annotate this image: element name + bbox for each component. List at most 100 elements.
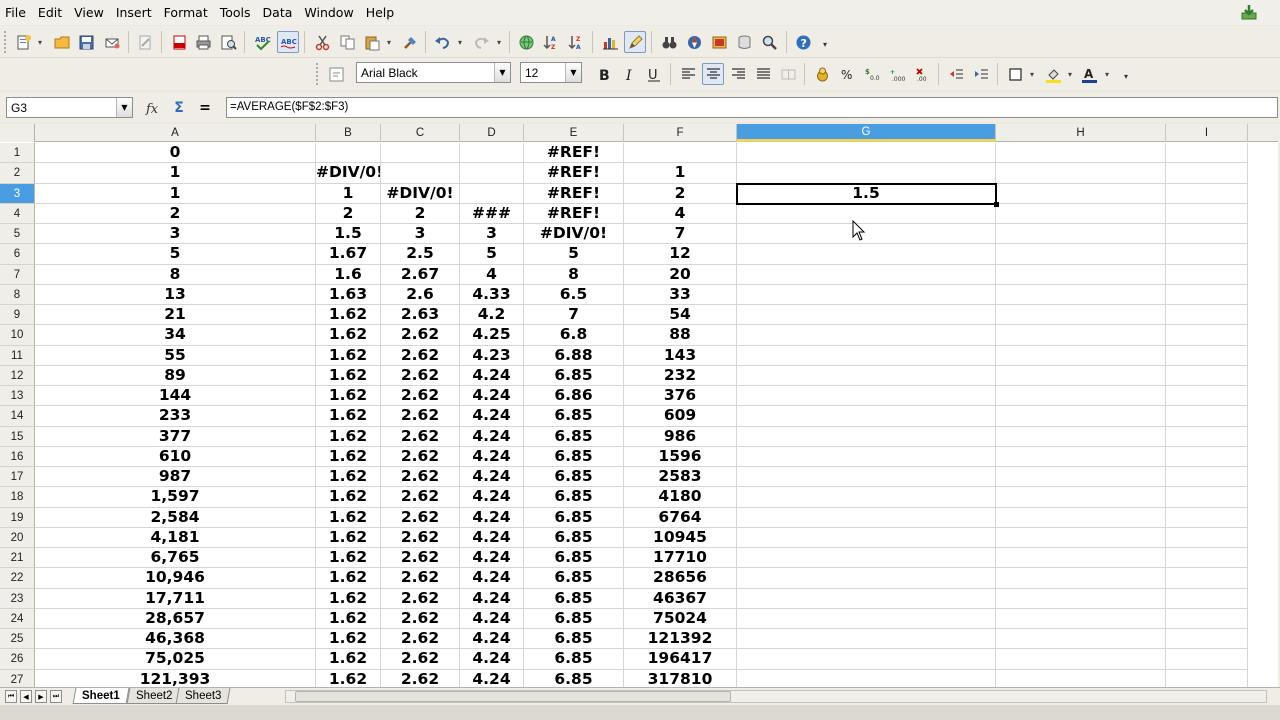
show-draw-functions-icon[interactable] [624,31,646,53]
cell-e27[interactable]: 6.85 [524,669,624,687]
email-icon[interactable] [101,31,123,53]
cell-i23[interactable] [1166,588,1248,609]
cell-h11[interactable] [996,345,1166,366]
cell-b12[interactable]: 1.62 [316,365,381,386]
cell-h15[interactable] [996,426,1166,447]
cell-a20[interactable]: 4,181 [35,527,316,548]
find-replace-icon[interactable] [658,31,680,53]
cell-b23[interactable]: 1.62 [316,588,381,609]
cell-f9[interactable]: 54 [624,305,737,326]
toolbar-overflow-icon[interactable]: ▾ [823,40,827,49]
align-right-icon[interactable] [727,63,749,85]
cell-a22[interactable]: 10,946 [35,568,316,589]
cell-i8[interactable] [1166,284,1248,305]
name-box[interactable]: G3 ▼ [6,97,133,118]
font-size-combo[interactable]: 12 ▼ [520,62,582,83]
menu-insert[interactable]: Insert [110,0,158,25]
cell-a3[interactable]: 1 [35,183,316,204]
standard-format-icon[interactable]: $0.0 [861,63,883,85]
currency-format-icon[interactable] [811,63,833,85]
cell-h19[interactable] [996,507,1166,528]
cell-b17[interactable]: 1.62 [316,467,381,488]
justify-icon[interactable] [752,63,774,85]
row-header[interactable]: 4 [0,203,35,224]
cell-i2[interactable] [1166,163,1248,184]
cell-e22[interactable]: 6.85 [524,568,624,589]
cell-a6[interactable]: 5 [35,244,316,265]
bold-icon[interactable]: B [593,63,615,85]
decrease-indent-icon[interactable] [945,63,967,85]
cell-d27[interactable]: 4.24 [460,669,524,687]
cell-e20[interactable]: 6.85 [524,527,624,548]
cell-h2[interactable] [996,163,1166,184]
cell-h20[interactable] [996,527,1166,548]
row-header[interactable]: 2 [0,163,35,184]
cell-f18[interactable]: 4180 [624,487,737,508]
cell-b27[interactable]: 1.62 [316,669,381,687]
row-header[interactable]: 26 [0,649,35,670]
italic-icon[interactable]: I [618,63,640,85]
cell-g27[interactable] [737,669,996,687]
previous-sheet-button[interactable]: ◀ [20,690,32,703]
cell-d6[interactable]: 5 [460,244,524,265]
cell-i10[interactable] [1166,325,1248,346]
cell-d14[interactable]: 4.24 [460,406,524,427]
cell-a19[interactable]: 2,584 [35,507,316,528]
cell-e11[interactable]: 6.88 [524,345,624,366]
cell-h23[interactable] [996,588,1166,609]
cell-f19[interactable]: 6764 [624,507,737,528]
cell-i5[interactable] [1166,224,1248,245]
cell-h26[interactable] [996,649,1166,670]
cell-d2[interactable] [460,163,524,184]
cell-d22[interactable]: 4.24 [460,568,524,589]
delete-decimal-icon[interactable]: .00 [911,63,933,85]
cell-c9[interactable]: 2.63 [381,305,460,326]
cell-f7[interactable]: 20 [624,264,737,285]
cell-g24[interactable] [737,608,996,629]
cell-e4[interactable]: #REF! [524,203,624,224]
toolbar-grip[interactable] [316,63,320,85]
cell-f20[interactable]: 10945 [624,527,737,548]
print-preview-icon[interactable] [217,31,239,53]
menu-data[interactable]: Data [257,0,299,25]
cell-h17[interactable] [996,467,1166,488]
paste-icon[interactable] [361,31,383,53]
font-name-value[interactable]: Arial Black [357,66,494,80]
spellcheck-icon[interactable]: ABC [251,31,273,53]
cell-a18[interactable]: 1,597 [35,487,316,508]
cell-e24[interactable]: 6.85 [524,608,624,629]
cell-b20[interactable]: 1.62 [316,527,381,548]
cell-i1[interactable] [1166,143,1248,164]
cell-a17[interactable]: 987 [35,467,316,488]
function-equals-icon[interactable]: = [196,99,214,117]
underline-icon[interactable]: U [643,63,665,85]
cell-i15[interactable] [1166,426,1248,447]
cell-b26[interactable]: 1.62 [316,649,381,670]
menu-window[interactable]: Window [298,0,359,25]
sheet-tab-1[interactable]: Sheet1 [72,688,130,704]
cell-a4[interactable]: 2 [35,203,316,224]
cell-c23[interactable]: 2.62 [381,588,460,609]
borders-icon[interactable] [1004,63,1026,85]
cell-h18[interactable] [996,487,1166,508]
cell-b24[interactable]: 1.62 [316,608,381,629]
cell-f21[interactable]: 17710 [624,548,737,569]
cell-d15[interactable]: 4.24 [460,426,524,447]
row-header[interactable]: 24 [0,608,35,629]
row-header[interactable]: 3 [0,183,35,204]
column-header-i[interactable]: I [1166,124,1248,142]
cell-c8[interactable]: 2.6 [381,284,460,305]
cell-e12[interactable]: 6.85 [524,365,624,386]
new-dropdown-arrow[interactable]: ▾ [36,39,44,47]
cell-g5[interactable] [737,224,996,245]
cell-f12[interactable]: 232 [624,365,737,386]
column-header-g[interactable]: G [737,124,996,142]
column-header-a[interactable]: A [35,124,316,142]
row-header[interactable]: 1 [0,143,35,164]
cell-a25[interactable]: 46,368 [35,629,316,650]
cell-h6[interactable] [996,244,1166,265]
redo-dropdown-arrow[interactable]: ▾ [495,39,503,47]
undo-icon[interactable] [431,31,453,53]
cell-e3[interactable]: #REF! [524,183,624,204]
cell-f1[interactable] [624,143,737,164]
